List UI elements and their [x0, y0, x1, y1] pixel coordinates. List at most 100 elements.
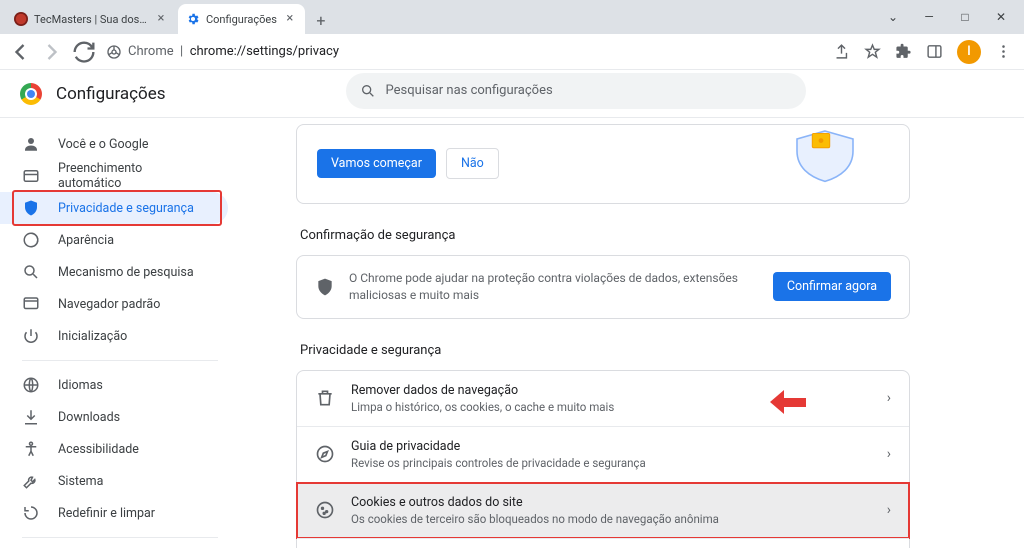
bookmark-star-icon[interactable] [864, 43, 881, 60]
row-clear-browsing-data[interactable]: Remover dados de navegação Limpa o histó… [297, 371, 909, 426]
row-subtitle: Revise os principais controles de privac… [351, 456, 871, 470]
menu-dots-icon[interactable] [995, 43, 1012, 60]
side-panel-icon[interactable] [926, 43, 943, 60]
chevron-right-icon: › [887, 446, 891, 462]
start-button[interactable]: Vamos começar [317, 149, 436, 178]
row-subtitle: Os cookies de terceiro são bloqueados no… [351, 512, 871, 526]
download-icon [22, 408, 40, 426]
page-title: Configurações [56, 84, 166, 104]
extensions-icon[interactable] [895, 43, 912, 60]
close-icon[interactable]: × [154, 12, 168, 26]
shield-check-icon [315, 277, 335, 297]
trash-icon [315, 388, 335, 408]
row-cookies[interactable]: Cookies e outros dados do site Os cookie… [297, 482, 909, 538]
sidebar-item-default-browser[interactable]: Navegador padrão [0, 288, 228, 320]
omnibox-text: Chrome | chrome://settings/privacy [128, 44, 339, 59]
search-placeholder: Pesquisar nas configurações [386, 83, 553, 98]
sidebar-item-startup[interactable]: Inicialização [0, 320, 228, 352]
sidebar-item-accessibility[interactable]: Acessibilidade [0, 433, 228, 465]
row-privacy-guide[interactable]: Guia de privacidade Revise os principais… [297, 426, 909, 482]
tab-label: TecMasters | Sua dose diária de t [34, 13, 148, 26]
confirm-now-button[interactable]: Confirmar agora [773, 272, 891, 301]
window-minimize-icon[interactable]: — [920, 10, 938, 24]
sidebar-item-languages[interactable]: Idiomas [0, 369, 228, 401]
address-bar: Chrome | chrome://settings/privacy I [0, 34, 1024, 70]
new-tab-button[interactable]: + [307, 6, 335, 34]
sidebar-item-label: Aparência [58, 233, 114, 248]
settings-sidebar: Você e o Google Preenchimento automático… [0, 118, 240, 548]
profile-avatar[interactable]: I [957, 40, 981, 64]
section-title-privacy: Privacidade e segurança [300, 343, 910, 358]
sidebar-divider [22, 537, 218, 538]
sidebar-item-reset[interactable]: Redefinir e limpar [0, 497, 228, 529]
sidebar-item-label: Inicialização [58, 329, 127, 344]
sidebar-item-label: Você e o Google [58, 137, 149, 152]
cookie-icon [315, 500, 335, 520]
sidebar-item-label: Privacidade e segurança [58, 201, 194, 216]
sidebar-item-label: Sistema [58, 474, 103, 489]
share-icon[interactable] [833, 43, 850, 60]
privacy-guide-banner: Vamos começar Não [296, 124, 910, 204]
globe-icon [22, 376, 40, 394]
close-icon[interactable]: × [283, 12, 297, 26]
browser-tab-settings[interactable]: Configurações × [178, 4, 305, 34]
shield-icon [22, 199, 40, 217]
autofill-icon [22, 167, 40, 185]
power-icon [22, 327, 40, 345]
window-chevron-icon[interactable]: ⌄ [884, 10, 902, 24]
window-controls: ⌄ — □ ✕ [884, 0, 1020, 34]
sidebar-item-downloads[interactable]: Downloads [0, 401, 228, 433]
sidebar-item-system[interactable]: Sistema [0, 465, 228, 497]
safety-text: O Chrome pode ajudar na proteção contra … [349, 270, 759, 304]
sidebar-item-label: Acessibilidade [58, 442, 139, 457]
privacy-list: Remover dados de navegação Limpa o histó… [296, 370, 910, 548]
forward-button[interactable] [38, 38, 66, 66]
settings-search[interactable]: Pesquisar nas configurações [346, 73, 806, 109]
sidebar-item-label: Idiomas [58, 378, 103, 393]
browser-tab-tecmasters[interactable]: TecMasters | Sua dose diária de t × [6, 4, 176, 34]
chevron-right-icon: › [887, 502, 891, 518]
chrome-logo-icon [20, 83, 42, 105]
wrench-icon [22, 472, 40, 490]
settings-panel: Vamos começar Não Confirmação de seguran… [240, 118, 940, 548]
search-icon [360, 83, 376, 99]
sidebar-item-label: Redefinir e limpar [58, 506, 155, 521]
sidebar-item-label: Mecanismo de pesquisa [58, 265, 194, 280]
reset-icon [22, 504, 40, 522]
reload-button[interactable] [70, 38, 98, 66]
section-title-safety: Confirmação de segurança [300, 228, 910, 243]
row-title: Cookies e outros dados do site [351, 495, 871, 510]
gear-icon [186, 12, 200, 26]
sidebar-item-privacy-security[interactable]: Privacidade e segurança [0, 192, 228, 224]
sidebar-item-you-and-google[interactable]: Você e o Google [0, 128, 228, 160]
sidebar-item-search-engine[interactable]: Mecanismo de pesquisa [0, 256, 228, 288]
sidebar-item-label: Downloads [58, 410, 120, 425]
sidebar-item-label: Preenchimento automático [58, 161, 206, 191]
row-security[interactable]: Segurança "Navegação segura" (proteção c… [297, 538, 909, 548]
back-button[interactable] [6, 38, 34, 66]
row-title: Guia de privacidade [351, 439, 871, 454]
tab-label: Configurações [206, 13, 277, 26]
sidebar-item-autofill[interactable]: Preenchimento automático [0, 160, 228, 192]
window-close-icon[interactable]: ✕ [992, 10, 1010, 24]
compass-icon [315, 444, 335, 464]
appearance-icon [22, 231, 40, 249]
tecmasters-favicon [14, 12, 28, 26]
cancel-button[interactable]: Não [446, 148, 499, 179]
window-maximize-icon[interactable]: □ [956, 10, 974, 24]
privacy-illustration [769, 139, 889, 187]
person-icon [22, 135, 40, 153]
sidebar-divider [22, 360, 218, 361]
browser-titlebar: TecMasters | Sua dose diária de t × Conf… [0, 0, 1024, 34]
omnibox[interactable]: Chrome | chrome://settings/privacy [106, 38, 339, 66]
sidebar-item-label: Navegador padrão [58, 297, 160, 312]
sidebar-item-appearance[interactable]: Aparência [0, 224, 228, 256]
toolbar-actions: I [833, 40, 1018, 64]
chrome-info-icon [106, 44, 122, 60]
accessibility-icon [22, 440, 40, 458]
chevron-right-icon: › [887, 390, 891, 406]
safety-check-card: O Chrome pode ajudar na proteção contra … [296, 255, 910, 319]
browser-icon [22, 295, 40, 313]
search-icon [22, 263, 40, 281]
settings-header: Configurações Pesquisar nas configuraçõe… [0, 70, 1024, 118]
